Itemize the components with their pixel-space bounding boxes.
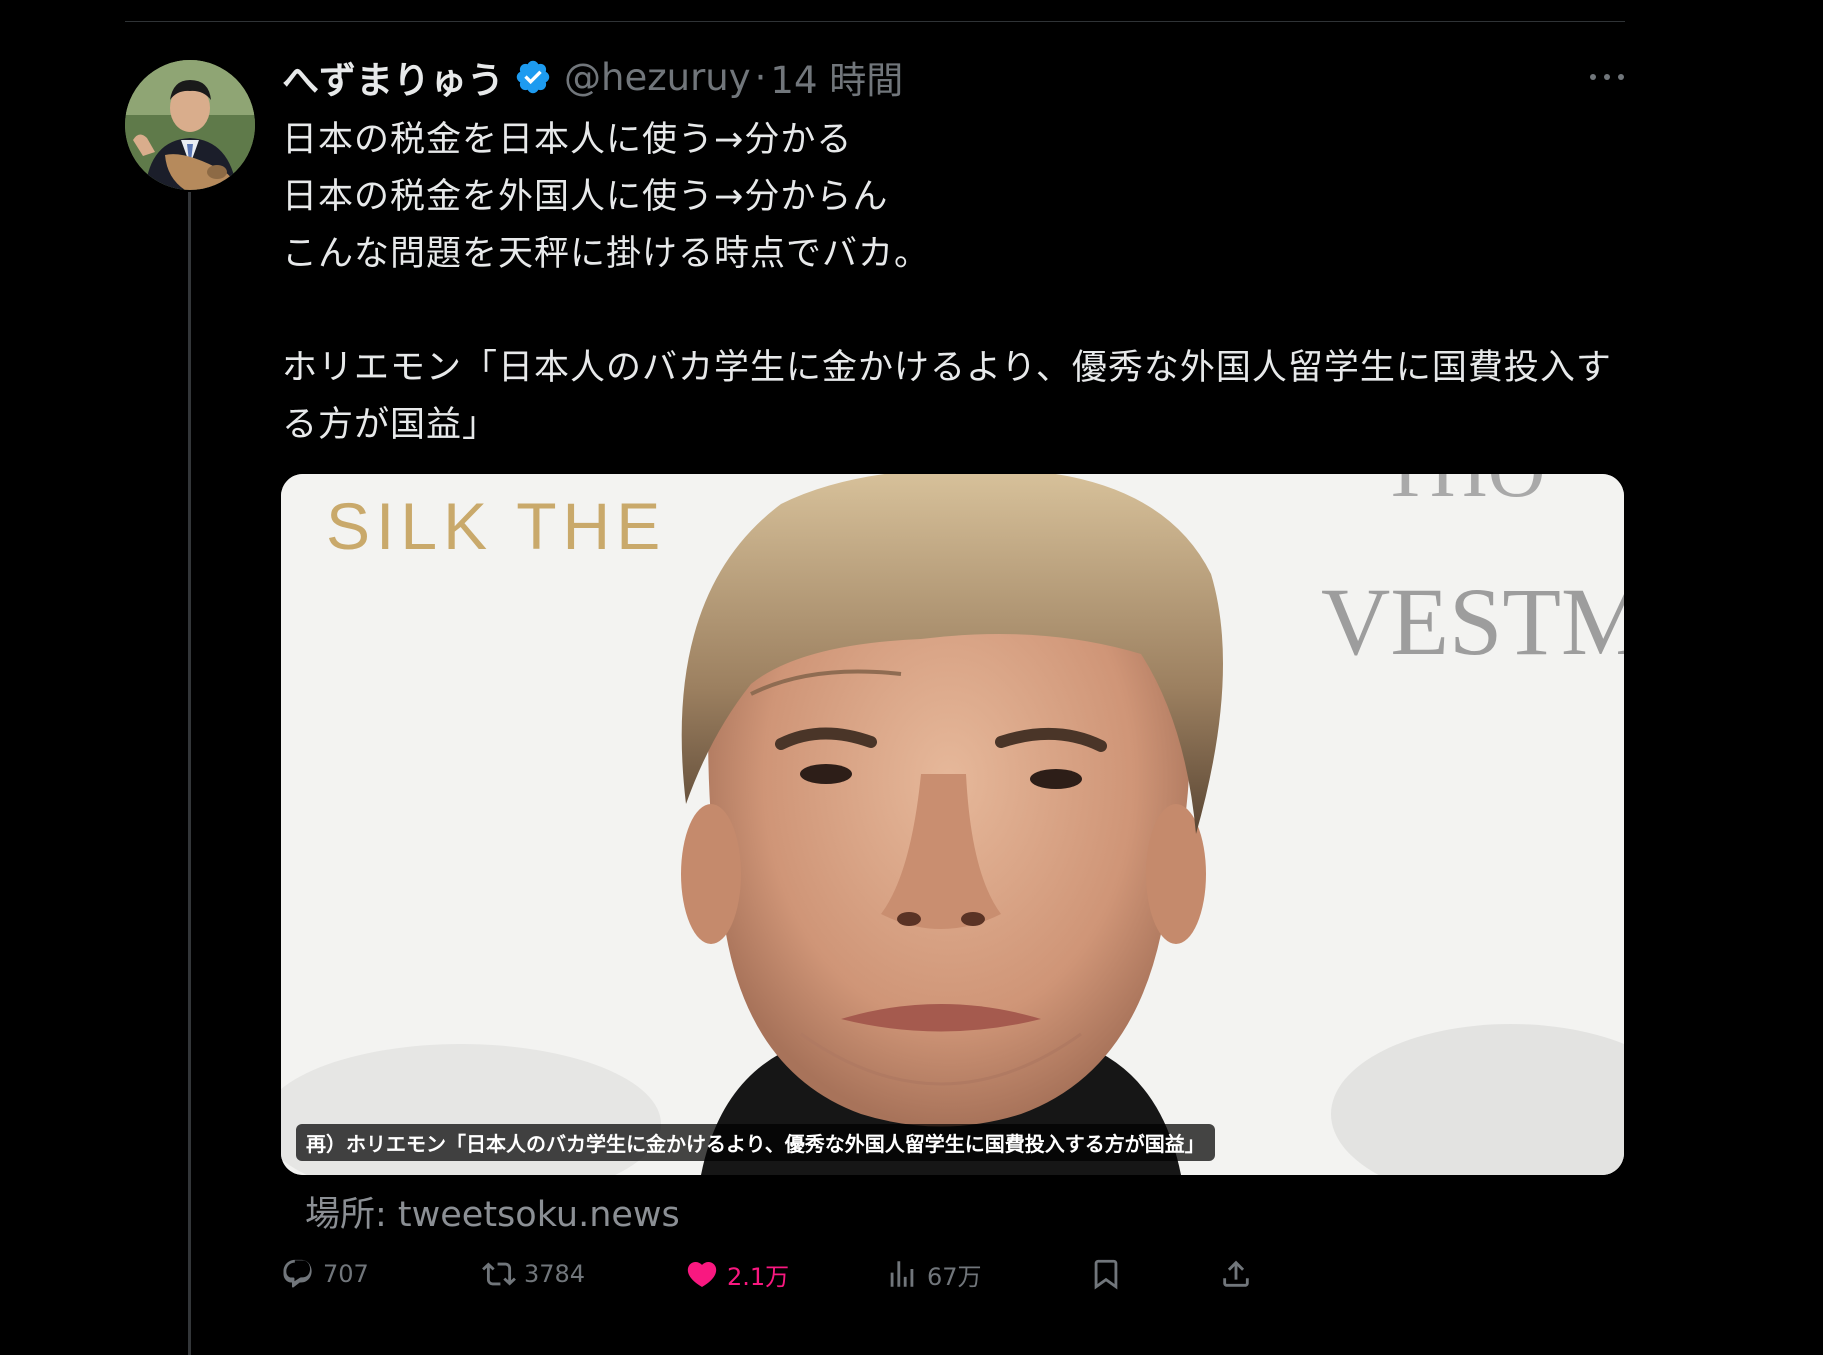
- tweet-text-line: 日本の税金を外国人に使う→分からん: [282, 177, 889, 217]
- verified-badge-icon: [516, 60, 550, 94]
- more-options-icon[interactable]: [1590, 62, 1624, 92]
- link-source[interactable]: 場所: tweetsoku.news: [305, 1186, 680, 1237]
- tweet-timestamp[interactable]: 14 時間: [770, 50, 903, 104]
- retweet-button[interactable]: 3784: [482, 1254, 585, 1294]
- bookmark-icon: [1094, 1259, 1118, 1290]
- tweet-media-image[interactable]: SILK THE THO VESTM 再）ホリエモン「日本人のバカ学生に金かける…: [281, 474, 1624, 1175]
- thread-connector-line: [188, 192, 191, 1355]
- share-button[interactable]: [1219, 1254, 1253, 1294]
- share-icon: [1223, 1260, 1249, 1287]
- bookmark-button[interactable]: [1089, 1254, 1123, 1294]
- like-button[interactable]: 2.1万: [685, 1254, 789, 1294]
- media-caption: 再）ホリエモン「日本人のバカ学生に金かけるより、優秀な外国人留学生に国費投入する…: [296, 1124, 1215, 1161]
- author-avatar[interactable]: [125, 60, 255, 190]
- tweet-header: へずまりゅう @hezuruy · 14 時間: [282, 50, 903, 104]
- reply-icon: [283, 1259, 312, 1288]
- author-display-name[interactable]: へずまりゅう: [282, 50, 504, 104]
- tweet-quote-text: ホリエモン「日本人のバカ学生に金かけるより、優秀な外国人留学生に国費投入する方が…: [282, 348, 1612, 445]
- timeline-divider: [125, 21, 1625, 22]
- backdrop-text-right: VESTM: [1321, 568, 1624, 675]
- tweet-actions-bar: 707 3784 2.1万 67万: [0, 1254, 1823, 1294]
- reply-button[interactable]: 707: [281, 1254, 369, 1294]
- tweet-text-line: 日本の税金を日本人に使う→分かる: [282, 120, 853, 160]
- backdrop-text-left: SILK THE: [326, 489, 666, 563]
- views-icon: [890, 1261, 914, 1287]
- tweet-text-line: こんな問題を天秤に掛ける時点でバカ。: [282, 234, 931, 274]
- retweet-icon: [482, 1262, 516, 1286]
- retweet-count: 3784: [524, 1260, 586, 1288]
- reply-count: 707: [323, 1260, 369, 1288]
- backdrop-text-top-right: THO: [1381, 474, 1545, 514]
- like-count: 2.1万: [727, 1262, 790, 1291]
- tweet-text-spacer: [282, 283, 1627, 340]
- heart-icon: [687, 1261, 717, 1287]
- author-handle[interactable]: @hezuruy: [564, 56, 751, 99]
- views-button[interactable]: 67万: [885, 1254, 982, 1294]
- tweet-text: 日本の税金を日本人に使う→分かる 日本の税金を外国人に使う→分からん こんな問題…: [282, 112, 1627, 454]
- views-count: 67万: [927, 1262, 982, 1291]
- header-separator: ·: [754, 55, 767, 99]
